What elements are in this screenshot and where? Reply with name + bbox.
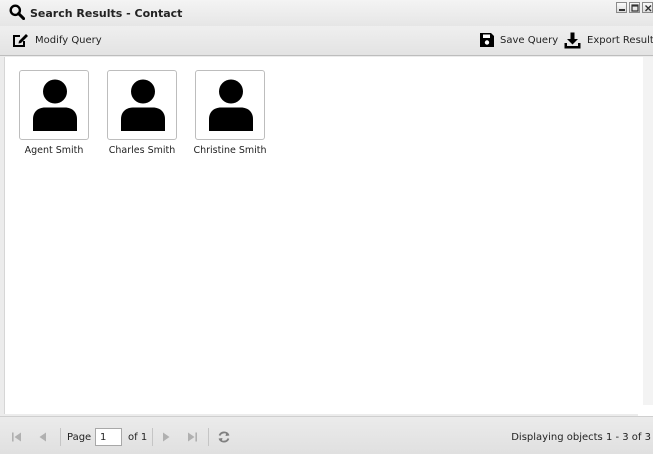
maximize-icon[interactable] <box>629 2 640 13</box>
result-thumbnail <box>107 70 177 140</box>
result-tile[interactable]: Agent Smith <box>10 70 98 156</box>
toolbar: Modify Query Save Query Export Results <box>0 26 653 56</box>
last-page-icon[interactable] <box>184 429 200 445</box>
search-icon <box>9 4 26 21</box>
result-name: Charles Smith <box>108 145 176 156</box>
refresh-icon[interactable] <box>216 429 232 445</box>
next-page-icon[interactable] <box>158 429 174 445</box>
separator <box>60 428 61 446</box>
user-icon <box>121 79 165 131</box>
download-icon <box>564 32 581 48</box>
modify-query-label: Modify Query <box>35 34 102 46</box>
export-results-label: Export Results <box>587 34 653 46</box>
separator <box>152 428 153 446</box>
minimize-icon[interactable] <box>616 2 627 13</box>
search-results-window: Search Results - Contact Modify Query Sa… <box>0 0 653 454</box>
save-icon <box>480 33 494 47</box>
result-thumbnail <box>19 70 89 140</box>
user-icon <box>209 79 253 131</box>
edit-icon <box>13 34 28 47</box>
page-number-input[interactable] <box>95 428 122 446</box>
paging-status: Displaying objects 1 - 3 of 3 <box>511 432 651 443</box>
results-panel: Agent Smith Charles Smith Christine Smit… <box>4 57 643 414</box>
save-query-label: Save Query <box>500 34 559 46</box>
close-icon[interactable] <box>642 2 653 13</box>
window-title: Search Results - Contact <box>30 7 183 20</box>
export-results-button[interactable]: Export Results <box>564 29 653 51</box>
paging-toolbar: Page of 1 Displaying objects 1 - 3 of 3 <box>0 416 653 454</box>
title-bar[interactable]: Search Results - Contact <box>0 0 653 26</box>
result-name: Agent Smith <box>24 145 84 156</box>
page-count-label: of 1 <box>128 432 148 443</box>
result-tile[interactable]: Christine Smith <box>186 70 274 156</box>
first-page-icon[interactable] <box>9 429 25 445</box>
separator <box>208 428 209 446</box>
prev-page-icon[interactable] <box>35 429 51 445</box>
window-controls <box>616 2 653 14</box>
save-query-button[interactable]: Save Query <box>480 29 558 51</box>
result-name: Christine Smith <box>193 145 267 156</box>
page-label: Page <box>67 432 92 443</box>
user-icon <box>33 79 77 131</box>
result-thumbnail <box>195 70 265 140</box>
modify-query-button[interactable]: Modify Query <box>11 29 102 51</box>
result-tile[interactable]: Charles Smith <box>98 70 186 156</box>
vertical-scrollbar[interactable] <box>643 57 653 414</box>
